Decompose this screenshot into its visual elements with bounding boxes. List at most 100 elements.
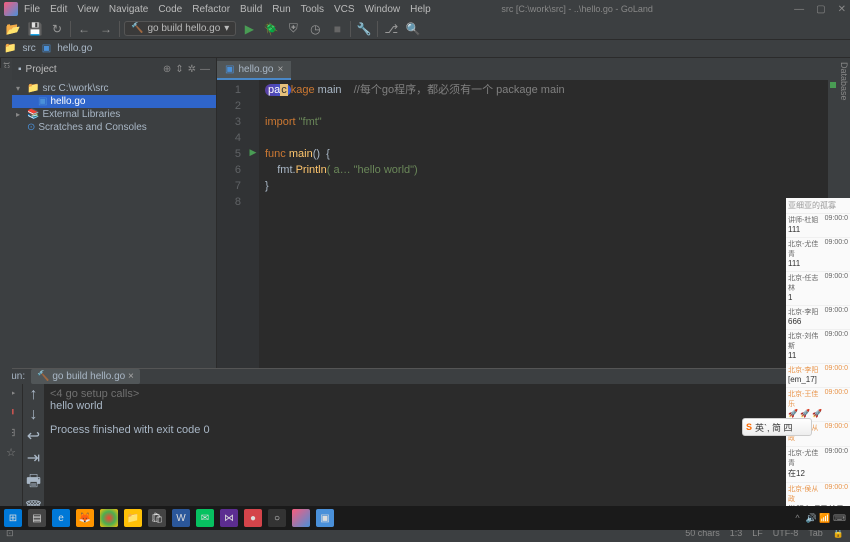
console-output[interactable]: <4 go setup calls> hello world Process f…: [44, 384, 850, 519]
nav-tabs: 📁 src ▣ hello.go: [0, 40, 850, 58]
task-view-icon[interactable]: ▤: [28, 509, 46, 527]
sogou-ime-bar[interactable]: S 英`, 简 四: [742, 418, 812, 436]
run-gutter-icon[interactable]: ▶: [247, 144, 259, 160]
profile-button[interactable]: ◷: [306, 20, 324, 38]
collapse-icon[interactable]: ⇕: [175, 64, 183, 75]
stop-button[interactable]: ■: [328, 20, 346, 38]
app-icon[interactable]: ●: [244, 509, 262, 527]
tree-root[interactable]: ▾📁 src C:\work\src: [12, 82, 216, 95]
go-file-icon: ▣: [42, 43, 51, 54]
git-icon[interactable]: ⎇: [382, 20, 400, 38]
chat-message: 北京-李阳09:00:0[em_17]: [786, 364, 850, 388]
coverage-button[interactable]: ⛨: [284, 20, 302, 38]
menu-view[interactable]: View: [77, 4, 99, 15]
menu-build[interactable]: Build: [240, 4, 262, 15]
chat-message: 北京-李阳09:00:0666: [786, 306, 850, 330]
menu-code[interactable]: Code: [158, 4, 182, 15]
code-editor[interactable]: 12345678 ▶ package main //每个go程序，都必须有一个 …: [217, 80, 838, 368]
tray-icons[interactable]: 🔊 📶 ⌨: [806, 513, 846, 524]
down-icon[interactable]: ↓: [30, 406, 38, 424]
editor-tabs: ▣ hello.go ×: [217, 58, 838, 80]
ok-indicator: [830, 82, 836, 88]
chrome-icon[interactable]: [100, 509, 118, 527]
menu-help[interactable]: Help: [410, 4, 431, 15]
chat-message: 讲师-杜姐09:00:0111: [786, 214, 850, 238]
tray-up-icon[interactable]: ^: [795, 513, 799, 523]
chat-message: 北京-尤佳青09:00:0111: [786, 238, 850, 272]
main-menu: File Edit View Navigate Code Refactor Build Run…: [24, 4, 431, 15]
chat-message: 北京-任志林09:00:01: [786, 272, 850, 306]
nav-file[interactable]: hello.go: [57, 43, 92, 54]
hammer-icon: 🔨: [131, 23, 143, 34]
main-toolbar: 📂 💾 ↻ ← → 🔨 go build hello.go ▾ ▶ 🪲 ⛨ ◷ …: [0, 18, 850, 40]
run-tab[interactable]: 🔨 go build hello.go ×: [31, 369, 140, 384]
project-dropdown-icon[interactable]: ▪: [18, 64, 22, 75]
chat-message: 北京-刘伟斯09:00:011: [786, 330, 850, 364]
sogou-logo: S: [746, 422, 752, 432]
tree-external-libs[interactable]: ▸📚 External Libraries: [12, 108, 216, 121]
wrap-icon[interactable]: ↩: [27, 426, 40, 446]
search-icon[interactable]: 🔍: [404, 20, 422, 38]
go-file-icon: ▣: [225, 64, 234, 75]
windows-taskbar[interactable]: ⊞ ▤ e 🦊 📁 🛍 W ✉ ⋈ ● ○ ▣ ^ 🔊 📶 ⌨: [0, 506, 850, 530]
goland-task-icon[interactable]: [292, 509, 310, 527]
save-all-icon[interactable]: 💾: [26, 20, 44, 38]
run-config-dropdown[interactable]: 🔨 go build hello.go ▾: [124, 21, 236, 36]
chevron-down-icon: ▾: [224, 23, 229, 34]
tree-scratches[interactable]: ⊙ Scratches and Consoles: [12, 121, 216, 134]
close-tab-icon[interactable]: ×: [277, 64, 283, 75]
chat-overlay: 亚细亚的孤寡 讲师-杜姐09:00:0111北京-尤佳青09:00:0111北京…: [786, 198, 850, 530]
maximize-button[interactable]: ▢: [816, 4, 825, 15]
edge-icon[interactable]: e: [52, 509, 70, 527]
back-button[interactable]: ←: [75, 20, 93, 38]
start-button[interactable]: ⊞: [4, 509, 22, 527]
chat-message: 北京-尤佳青09:00:0在12: [786, 447, 850, 483]
vscode-icon[interactable]: ⋈: [220, 509, 238, 527]
app-icon[interactable]: ○: [268, 509, 286, 527]
pin-icon[interactable]: ☆: [6, 446, 16, 464]
left-rail-lower: [0, 68, 12, 448]
folder-icon: 📁: [4, 43, 16, 54]
wechat-icon[interactable]: ✉: [196, 509, 214, 527]
run-button[interactable]: ▶: [240, 20, 258, 38]
target-icon[interactable]: ⊕: [163, 64, 171, 75]
up-icon[interactable]: ↑: [30, 386, 38, 404]
hide-panel-icon[interactable]: —: [200, 64, 210, 75]
scroll-icon[interactable]: ⇥: [27, 448, 40, 468]
minimize-button[interactable]: —: [794, 4, 804, 15]
menu-window[interactable]: Window: [365, 4, 401, 15]
goland-logo: [4, 2, 18, 16]
editor-tab-hello[interactable]: ▣ hello.go ×: [217, 61, 291, 80]
firefox-icon[interactable]: 🦊: [76, 509, 94, 527]
nav-root[interactable]: src: [22, 43, 35, 54]
forward-button[interactable]: →: [97, 20, 115, 38]
menu-run[interactable]: Run: [272, 4, 290, 15]
gear-icon[interactable]: ✲: [188, 64, 196, 75]
debug-button[interactable]: 🪲: [262, 20, 280, 38]
project-panel: ▪ Project ⊕ ⇕ ✲ — ▾📁 src C:\work\src ▣he…: [12, 58, 217, 368]
wrench-icon[interactable]: 🔧: [355, 20, 373, 38]
close-button[interactable]: ✕: [838, 4, 846, 15]
window-title: src [C:\work\src] - ..\hello.go - GoLand: [501, 4, 653, 14]
chat-message: 北京-王佳乐09:00:0🚀 🚀 🚀: [786, 388, 850, 422]
tree-file-hello[interactable]: ▣hello.go: [12, 95, 216, 108]
menu-edit[interactable]: Edit: [50, 4, 67, 15]
run-tool-window: Run: 🔨 go build hello.go × ▶ ■ ⊞ ☆ ↑ ↓ ↩…: [0, 368, 850, 506]
print-icon[interactable]: 🖶: [26, 470, 41, 497]
menu-tools[interactable]: Tools: [301, 4, 324, 15]
open-icon[interactable]: 📂: [4, 20, 22, 38]
menu-navigate[interactable]: Navigate: [109, 4, 148, 15]
menu-refactor[interactable]: Refactor: [192, 4, 230, 15]
title-bar: File Edit View Navigate Code Refactor Build Run…: [0, 0, 850, 18]
gutter-marks: ▶: [247, 80, 259, 368]
explorer-icon[interactable]: 📁: [124, 509, 142, 527]
project-tree: ▾📁 src C:\work\src ▣hello.go ▸📚 External…: [12, 80, 216, 368]
refresh-icon[interactable]: ↻: [48, 20, 66, 38]
word-icon[interactable]: W: [172, 509, 190, 527]
app-icon[interactable]: ▣: [316, 509, 334, 527]
menu-file[interactable]: File: [24, 4, 40, 15]
project-title: Project: [26, 64, 159, 75]
hammer-icon: 🔨: [37, 371, 49, 382]
store-icon[interactable]: 🛍: [148, 509, 166, 527]
menu-vcs[interactable]: VCS: [334, 4, 355, 15]
